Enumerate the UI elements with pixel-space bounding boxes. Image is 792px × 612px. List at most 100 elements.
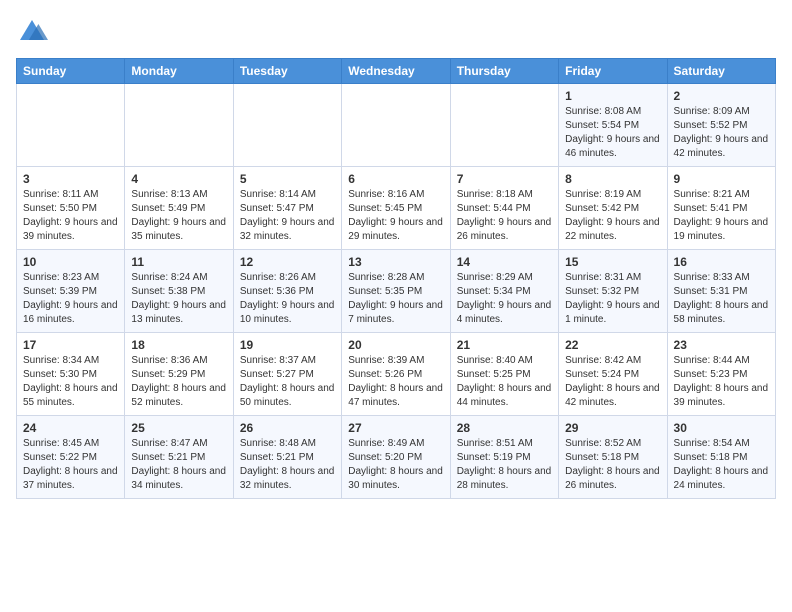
day-content: Sunrise: 8:13 AM Sunset: 5:49 PM Dayligh… [131, 188, 226, 244]
header-row: SundayMondayTuesdayWednesdayThursdayFrid… [17, 59, 776, 84]
day-number: 17 [23, 338, 118, 352]
calendar-cell: 5Sunrise: 8:14 AM Sunset: 5:47 PM Daylig… [233, 167, 341, 250]
day-content: Sunrise: 8:16 AM Sunset: 5:45 PM Dayligh… [348, 188, 443, 244]
day-number: 30 [674, 421, 769, 435]
day-content: Sunrise: 8:42 AM Sunset: 5:24 PM Dayligh… [565, 354, 660, 410]
calendar-cell: 3Sunrise: 8:11 AM Sunset: 5:50 PM Daylig… [17, 167, 125, 250]
calendar-cell: 13Sunrise: 8:28 AM Sunset: 5:35 PM Dayli… [342, 250, 450, 333]
day-content: Sunrise: 8:08 AM Sunset: 5:54 PM Dayligh… [565, 105, 660, 161]
day-header-monday: Monday [125, 59, 233, 84]
day-number: 3 [23, 172, 118, 186]
week-row-4: 17 Sunrise: 8:34 AM Sunset: 5:30 PM Dayli… [17, 333, 776, 416]
day-number: 24 [23, 421, 118, 435]
day-content: Sunrise: 8:52 AM Sunset: 5:18 PM Dayligh… [565, 437, 660, 493]
day-content: Sunrise: 8:23 AM Sunset: 5:39 PM Dayligh… [23, 271, 118, 327]
calendar-cell: 10 Sunrise: 8:23 AM Sunset: 5:39 PM Dayli… [17, 250, 125, 333]
day-number: 7 [457, 172, 552, 186]
calendar-cell: 25 Sunrise: 8:47 AM Sunset: 5:21 PM Dayli… [125, 416, 233, 499]
day-number: 9 [674, 172, 769, 186]
day-number: 6 [348, 172, 443, 186]
day-content: Sunrise: 8:24 AM Sunset: 5:38 PM Dayligh… [131, 271, 226, 327]
day-content: Sunrise: 8:54 AM Sunset: 5:18 PM Dayligh… [674, 437, 769, 493]
day-number: 29 [565, 421, 660, 435]
calendar-cell: 19 Sunrise: 8:37 AM Sunset: 5:27 PM Dayli… [233, 333, 341, 416]
day-content: Sunrise: 8:47 AM Sunset: 5:21 PM Dayligh… [131, 437, 226, 493]
day-content: Sunrise: 8:29 AM Sunset: 5:34 PM Dayligh… [457, 271, 552, 327]
calendar-cell: 4 Sunrise: 8:13 AM Sunset: 5:49 PM Daylig… [125, 167, 233, 250]
day-header-wednesday: Wednesday [342, 59, 450, 84]
header [16, 16, 776, 48]
calendar-cell: 11 Sunrise: 8:24 AM Sunset: 5:38 PM Dayli… [125, 250, 233, 333]
calendar-cell: 15 Sunrise: 8:31 AM Sunset: 5:32 PM Dayli… [559, 250, 667, 333]
day-number: 25 [131, 421, 226, 435]
day-number: 10 [23, 255, 118, 269]
day-content: Sunrise: 8:19 AM Sunset: 5:42 PM Dayligh… [565, 188, 660, 244]
day-content: Sunrise: 8:45 AM Sunset: 5:22 PM Dayligh… [23, 437, 118, 493]
day-content: Sunrise: 8:48 AM Sunset: 5:21 PM Dayligh… [240, 437, 335, 493]
logo-icon [16, 16, 48, 48]
day-number: 8 [565, 172, 660, 186]
day-number: 4 [131, 172, 226, 186]
calendar-table: SundayMondayTuesdayWednesdayThursdayFrid… [16, 58, 776, 499]
calendar-cell: 24 Sunrise: 8:45 AM Sunset: 5:22 PM Dayli… [17, 416, 125, 499]
day-number: 2 [674, 89, 769, 103]
day-number: 11 [131, 255, 226, 269]
day-number: 15 [565, 255, 660, 269]
calendar-cell: 26 Sunrise: 8:48 AM Sunset: 5:21 PM Dayli… [233, 416, 341, 499]
day-header-sunday: Sunday [17, 59, 125, 84]
calendar-cell [17, 84, 125, 167]
day-number: 23 [674, 338, 769, 352]
calendar-cell: 14 Sunrise: 8:29 AM Sunset: 5:34 PM Dayli… [450, 250, 558, 333]
calendar-cell: 2 Sunrise: 8:09 AM Sunset: 5:52 PM Daylig… [667, 84, 775, 167]
calendar-cell: 7 Sunrise: 8:18 AM Sunset: 5:44 PM Daylig… [450, 167, 558, 250]
day-content: Sunrise: 8:09 AM Sunset: 5:52 PM Dayligh… [674, 105, 769, 161]
day-content: Sunrise: 8:14 AM Sunset: 5:47 PM Dayligh… [240, 188, 335, 244]
day-content: Sunrise: 8:51 AM Sunset: 5:19 PM Dayligh… [457, 437, 552, 493]
day-number: 18 [131, 338, 226, 352]
day-header-tuesday: Tuesday [233, 59, 341, 84]
day-number: 1 [565, 89, 660, 103]
calendar-cell: 17 Sunrise: 8:34 AM Sunset: 5:30 PM Dayli… [17, 333, 125, 416]
calendar-cell: 6 Sunrise: 8:16 AM Sunset: 5:45 PM Daylig… [342, 167, 450, 250]
calendar-cell: 29 Sunrise: 8:52 AM Sunset: 5:18 PM Dayli… [559, 416, 667, 499]
calendar-cell [450, 84, 558, 167]
calendar-cell: 9 Sunrise: 8:21 AM Sunset: 5:41 PM Daylig… [667, 167, 775, 250]
calendar-cell: 23Sunrise: 8:44 AM Sunset: 5:23 PM Dayli… [667, 333, 775, 416]
calendar-cell: 27 Sunrise: 8:49 AM Sunset: 5:20 PM Dayli… [342, 416, 450, 499]
day-number: 28 [457, 421, 552, 435]
day-number: 27 [348, 421, 443, 435]
calendar-cell: 21Sunrise: 8:40 AM Sunset: 5:25 PM Dayli… [450, 333, 558, 416]
calendar-cell: 30 Sunrise: 8:54 AM Sunset: 5:18 PM Dayli… [667, 416, 775, 499]
calendar-cell: 28 Sunrise: 8:51 AM Sunset: 5:19 PM Dayli… [450, 416, 558, 499]
calendar-cell [342, 84, 450, 167]
calendar-cell: 20Sunrise: 8:39 AM Sunset: 5:26 PM Dayli… [342, 333, 450, 416]
day-header-thursday: Thursday [450, 59, 558, 84]
week-row-2: 3Sunrise: 8:11 AM Sunset: 5:50 PM Daylig… [17, 167, 776, 250]
day-content: Sunrise: 8:21 AM Sunset: 5:41 PM Dayligh… [674, 188, 769, 244]
day-number: 14 [457, 255, 552, 269]
day-content: Sunrise: 8:26 AM Sunset: 5:36 PM Dayligh… [240, 271, 335, 327]
day-content: Sunrise: 8:34 AM Sunset: 5:30 PM Dayligh… [23, 354, 118, 410]
calendar-cell: 16Sunrise: 8:33 AM Sunset: 5:31 PM Dayli… [667, 250, 775, 333]
week-row-1: 1 Sunrise: 8:08 AM Sunset: 5:54 PM Daylig… [17, 84, 776, 167]
day-content: Sunrise: 8:39 AM Sunset: 5:26 PM Dayligh… [348, 354, 443, 410]
day-number: 26 [240, 421, 335, 435]
day-content: Sunrise: 8:33 AM Sunset: 5:31 PM Dayligh… [674, 271, 769, 327]
logo [16, 16, 52, 48]
day-number: 19 [240, 338, 335, 352]
day-number: 12 [240, 255, 335, 269]
calendar-cell [233, 84, 341, 167]
day-content: Sunrise: 8:18 AM Sunset: 5:44 PM Dayligh… [457, 188, 552, 244]
calendar-cell: 12 Sunrise: 8:26 AM Sunset: 5:36 PM Dayli… [233, 250, 341, 333]
day-number: 21 [457, 338, 552, 352]
day-content: Sunrise: 8:36 AM Sunset: 5:29 PM Dayligh… [131, 354, 226, 410]
week-row-5: 24 Sunrise: 8:45 AM Sunset: 5:22 PM Dayli… [17, 416, 776, 499]
day-content: Sunrise: 8:37 AM Sunset: 5:27 PM Dayligh… [240, 354, 335, 410]
calendar-cell: 18 Sunrise: 8:36 AM Sunset: 5:29 PM Dayli… [125, 333, 233, 416]
day-header-friday: Friday [559, 59, 667, 84]
page-container: SundayMondayTuesdayWednesdayThursdayFrid… [0, 0, 792, 507]
day-header-saturday: Saturday [667, 59, 775, 84]
calendar-cell: 22Sunrise: 8:42 AM Sunset: 5:24 PM Dayli… [559, 333, 667, 416]
day-content: Sunrise: 8:49 AM Sunset: 5:20 PM Dayligh… [348, 437, 443, 493]
day-content: Sunrise: 8:31 AM Sunset: 5:32 PM Dayligh… [565, 271, 660, 327]
